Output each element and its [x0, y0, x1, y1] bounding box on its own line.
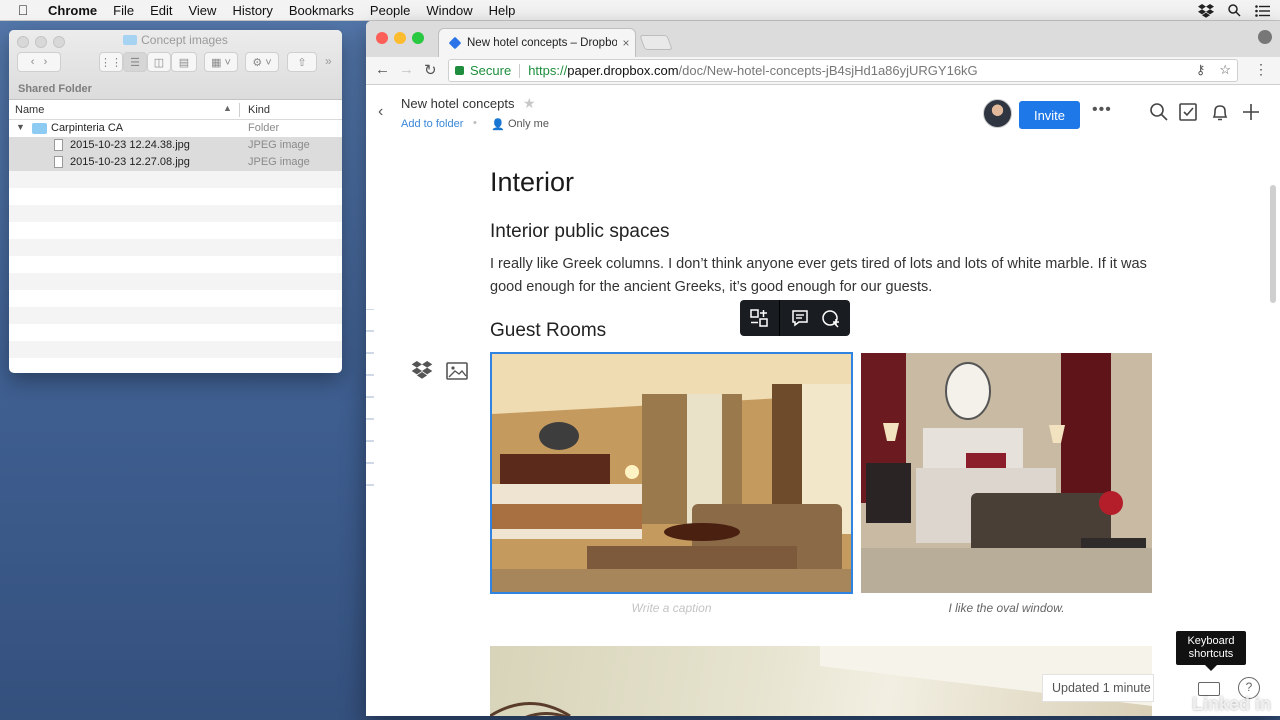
bookmark-star-icon[interactable]: ☆ [1219, 62, 1231, 78]
finder-title: Concept images [9, 33, 342, 47]
apple-icon[interactable]:  [0, 2, 46, 18]
finder-titlebar: Concept images ‹ › ⋮⋮ ☰ ◫ ▤ ▦ ˅ ⚙ ˅ ⇧ » … [9, 30, 342, 100]
back-arrow-icon[interactable]: ← [375, 61, 390, 78]
disclosure-triangle-icon[interactable]: ▼ [16, 122, 25, 132]
forward-arrow-icon[interactable]: → [399, 61, 414, 78]
notifications-bell-icon[interactable] [1209, 101, 1231, 123]
sort-ascending-icon: ▲ [223, 103, 232, 113]
browser-toolbar: ← → ↻ Secure https://paper.dropbox.com/d… [366, 57, 1280, 85]
jpeg-file-icon [54, 139, 63, 151]
menu-bar:  Chrome File Edit View History Bookmark… [0, 0, 1280, 21]
folder-icon [32, 123, 47, 134]
tab-strip: New hotel concepts – Dropbox × [366, 21, 1280, 57]
shared-folder-label: Shared Folder [18, 83, 92, 95]
favorite-star-icon[interactable]: ★ [523, 95, 536, 112]
dropbox-menubar-icon[interactable] [1198, 3, 1214, 18]
icon-view-button[interactable]: ⋮⋮ [99, 52, 123, 72]
tasks-checkbox-icon[interactable] [1177, 101, 1199, 123]
action-gear-button[interactable]: ⚙ ˅ [245, 52, 279, 72]
heading-interior[interactable]: Interior [490, 167, 574, 198]
menu-app-chrome[interactable]: Chrome [46, 3, 105, 18]
list-item[interactable]: ▼ Carpinteria CA Folder [9, 120, 342, 137]
new-tab-button[interactable] [639, 35, 673, 50]
chrome-minimize-button[interactable] [394, 32, 406, 44]
heading-public-spaces[interactable]: Interior public spaces [490, 221, 670, 243]
image-layout-icon[interactable] [748, 307, 770, 329]
back-chevron-icon[interactable]: ‹ [378, 103, 383, 121]
menu-people[interactable]: People [362, 3, 418, 18]
list-item[interactable]: 2015-10-23 12.24.38.jpg JPEG image [9, 137, 342, 154]
caption-input-1[interactable]: Write a caption [490, 601, 853, 615]
add-comment-icon[interactable] [820, 307, 842, 329]
more-options-icon[interactable]: ••• [1092, 101, 1112, 119]
cover-flow-button[interactable]: ▤ [171, 52, 197, 72]
share-button[interactable]: ⇧ [287, 52, 317, 72]
linkedin-watermark: Linked in [1192, 694, 1272, 714]
scrollbar[interactable] [1270, 185, 1276, 303]
updated-status: Updated 1 minute ago [1042, 674, 1154, 702]
add-to-folder-link[interactable]: Add to folder [401, 118, 463, 130]
tab-close-icon[interactable]: × [617, 36, 635, 50]
heading-guest-rooms[interactable]: Guest Rooms [490, 320, 606, 342]
finder-column-header: Name ▲ Kind [9, 100, 342, 120]
avatar[interactable] [983, 99, 1012, 128]
add-caption-icon[interactable] [789, 307, 811, 329]
menu-bookmarks[interactable]: Bookmarks [281, 3, 362, 18]
key-icon[interactable]: ⚷ [1196, 62, 1206, 78]
back-forward-buttons[interactable]: ‹ › [17, 52, 61, 72]
column-kind[interactable]: Kind [248, 104, 270, 116]
dropbox-insert-icon[interactable] [411, 361, 433, 379]
paper-document: ‹ New hotel concepts ★ Add to folder • 👤… [366, 85, 1280, 716]
address-bar[interactable]: Secure https://paper.dropbox.com/doc/New… [448, 59, 1238, 82]
spotlight-search-icon[interactable] [1228, 4, 1241, 17]
keyboard-shortcuts-tooltip: Keyboard shortcuts [1176, 631, 1246, 671]
list-view-button[interactable]: ☰ [123, 52, 147, 72]
dropbox-favicon-icon [448, 36, 462, 50]
invite-button[interactable]: Invite [1019, 101, 1080, 129]
menu-history[interactable]: History [224, 3, 280, 18]
menu-file[interactable]: File [105, 3, 142, 18]
chrome-zoom-button[interactable] [412, 32, 424, 44]
menu-extras [1198, 0, 1270, 21]
sharing-status[interactable]: Only me [508, 118, 549, 130]
profile-icon[interactable] [1258, 30, 1272, 44]
guest-room-image-2[interactable] [861, 353, 1152, 593]
paragraph[interactable]: I really like Greek columns. I don’t thi… [490, 253, 1152, 299]
menu-edit[interactable]: Edit [142, 3, 180, 18]
chrome-window: New hotel concepts – Dropbox × ← → ↻ Sec… [366, 21, 1280, 716]
column-divider[interactable] [239, 103, 240, 117]
guest-room-image-1[interactable] [490, 352, 853, 594]
secure-lock-icon [455, 66, 464, 75]
finder-window: Concept images ‹ › ⋮⋮ ☰ ◫ ▤ ▦ ˅ ⚙ ˅ ⇧ » … [9, 30, 342, 373]
reload-icon[interactable]: ↻ [424, 61, 437, 79]
image-insert-icon[interactable] [445, 361, 469, 381]
jpeg-file-icon [54, 156, 63, 168]
caption-2[interactable]: I like the oval window. [861, 601, 1152, 615]
column-name[interactable]: Name [15, 104, 44, 116]
arrange-menu-button[interactable]: ▦ ˅ [204, 52, 238, 72]
image-toolbar [740, 300, 850, 336]
person-icon: 👤 [491, 119, 505, 131]
doc-title[interactable]: New hotel concepts [401, 96, 514, 111]
menu-help[interactable]: Help [481, 3, 524, 18]
outline-ruler [366, 309, 374, 486]
chrome-close-button[interactable] [376, 32, 388, 44]
column-view-button[interactable]: ◫ [147, 52, 171, 72]
finder-list: ▼ Carpinteria CA Folder 2015-10-23 12.24… [9, 120, 342, 358]
menu-window[interactable]: Window [418, 3, 480, 18]
search-icon[interactable] [1148, 101, 1170, 123]
folder-icon [123, 35, 138, 45]
notification-center-icon[interactable] [1255, 4, 1270, 17]
create-plus-icon[interactable] [1240, 101, 1262, 123]
list-item[interactable]: 2015-10-23 12.27.08.jpg JPEG image [9, 154, 342, 171]
menu-view[interactable]: View [180, 3, 224, 18]
oval-window-room-photo [861, 353, 1152, 593]
hotel-room-photo [492, 354, 851, 592]
chrome-menu-icon[interactable]: ⋮ [1254, 61, 1268, 78]
toolbar-overflow-icon[interactable]: » [325, 54, 332, 68]
tab-new-hotel-concepts[interactable]: New hotel concepts – Dropbox × [438, 28, 636, 57]
insert-tools [411, 361, 469, 381]
